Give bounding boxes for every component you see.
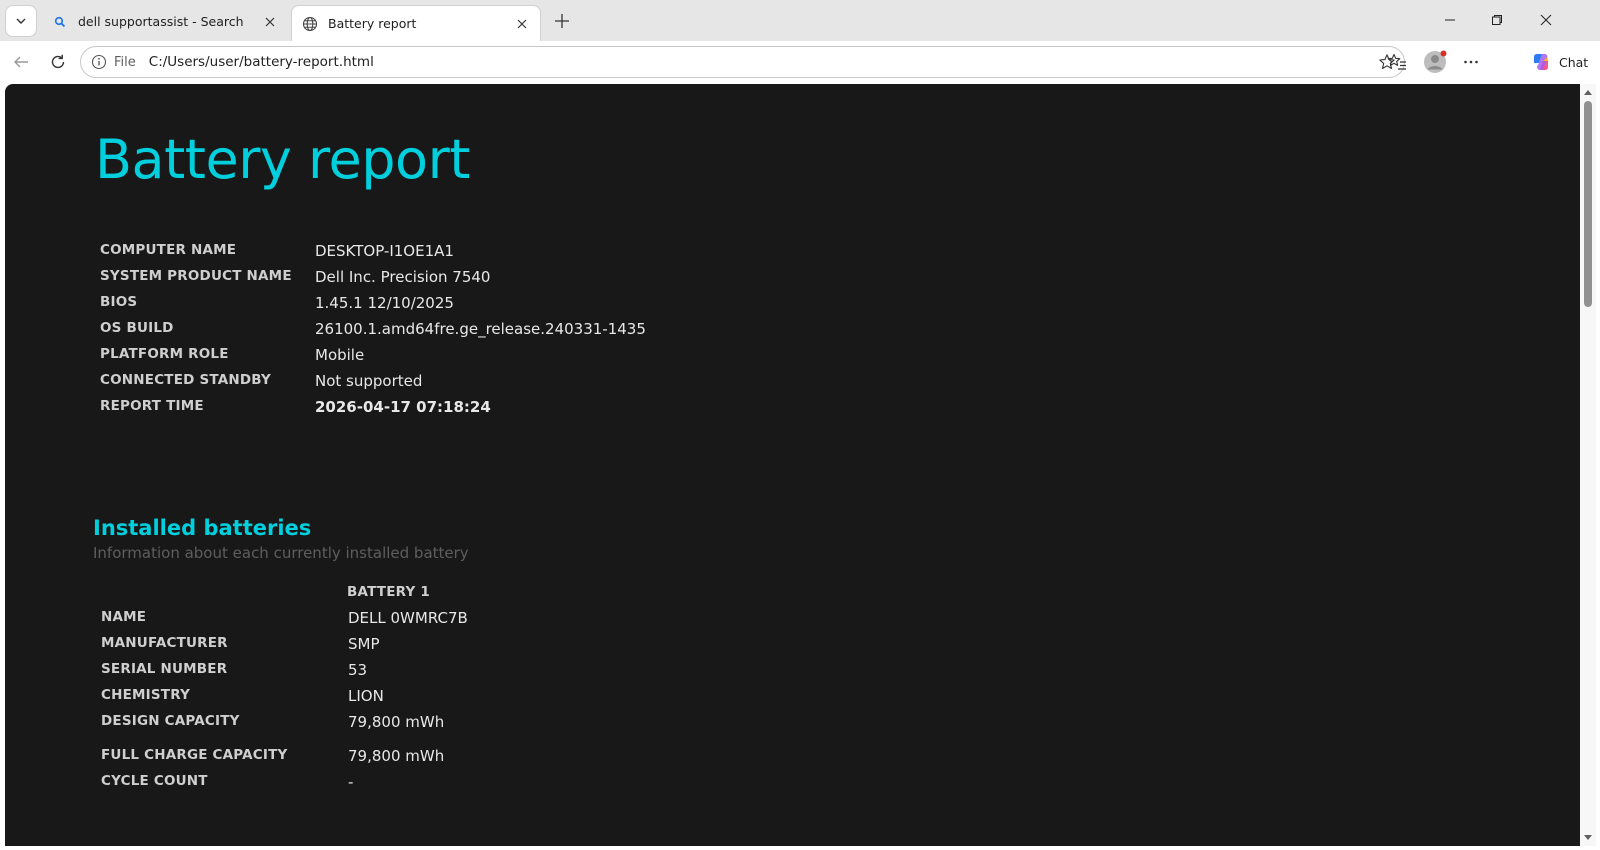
tab-strip: dell supportassist - Search Battery repo… (0, 0, 1600, 41)
row-value: 79,800 mWh (348, 747, 445, 765)
navigation-toolbar: File C:/Users/user/battery-report.html C… (0, 41, 1600, 83)
row-value: - (348, 773, 354, 791)
scrollbar-thumb[interactable] (1584, 101, 1592, 307)
row-label: MANUFACTURER (101, 635, 228, 651)
battery-column-header: BATTERY 1 (347, 584, 430, 600)
page-viewport: Battery report COMPUTER NAME DESKTOP-I1O… (5, 84, 1580, 846)
more-dots-icon (1464, 60, 1478, 64)
tab-list-button[interactable] (5, 5, 37, 37)
avatar-icon (1424, 50, 1447, 73)
chat-label: Chat (1559, 54, 1589, 70)
address-bar[interactable]: File C:/Users/user/battery-report.html (80, 46, 1405, 78)
row-value: Dell Inc. Precision 7540 (315, 268, 491, 286)
close-tab-icon[interactable] (514, 16, 530, 32)
row-label: SYSTEM PRODUCT NAME (100, 268, 292, 284)
more-menu-button[interactable] (1456, 47, 1486, 77)
page-scrollbar[interactable] (1580, 84, 1596, 846)
profile-button[interactable] (1420, 47, 1450, 77)
plus-icon (555, 14, 569, 28)
row-label: BIOS (100, 294, 138, 310)
row-label: REPORT TIME (100, 398, 204, 414)
refresh-icon (51, 54, 65, 69)
scroll-up-arrow-icon[interactable] (1583, 87, 1593, 97)
url-scheme-label: File (114, 54, 136, 70)
row-value: 79,800 mWh (348, 713, 445, 731)
restore-button[interactable] (1477, 6, 1517, 34)
row-label: PLATFORM ROLE (100, 346, 229, 362)
row-label: CONNECTED STANDBY (100, 372, 272, 388)
row-value: 26100.1.amd64fre.ge_release.240331-1435 (315, 320, 646, 338)
url-text[interactable]: C:/Users/user/battery-report.html (149, 54, 1374, 70)
row-value: 1.45.1 12/10/2025 (315, 294, 454, 312)
copilot-logo-icon (1534, 54, 1548, 70)
tab-search[interactable]: dell supportassist - Search (42, 5, 288, 38)
row-label: COMPUTER NAME (100, 242, 237, 258)
row-value: LION (348, 687, 384, 705)
search-icon (52, 14, 68, 30)
row-value: SMP (348, 635, 380, 653)
close-tab-icon[interactable] (262, 14, 278, 30)
row-label: DESIGN CAPACITY (101, 713, 240, 729)
section-title: Installed batteries (93, 516, 312, 540)
row-value: DESKTOP-I1OE1A1 (315, 242, 454, 260)
globe-icon (302, 16, 318, 32)
row-label: CYCLE COUNT (101, 773, 208, 789)
copilot-chat-button[interactable]: Chat (1527, 49, 1595, 75)
row-value: Not supported (315, 372, 423, 390)
tab-battery-report[interactable]: Battery report (291, 5, 541, 41)
minimize-icon (1445, 19, 1455, 21)
row-label: NAME (101, 609, 147, 625)
row-label: FULL CHARGE CAPACITY (101, 747, 288, 763)
section-subtitle: Information about each currently install… (93, 544, 469, 562)
favorites-list-icon (1387, 53, 1406, 70)
chevron-down-icon (16, 18, 26, 24)
back-button[interactable] (6, 47, 36, 77)
row-value: Mobile (315, 346, 365, 364)
row-value: 53 (348, 661, 368, 679)
tab-title: dell supportassist - Search (78, 14, 244, 29)
new-tab-button[interactable] (549, 8, 575, 34)
restore-icon (1492, 15, 1502, 25)
refresh-button[interactable] (43, 47, 73, 77)
row-label: CHEMISTRY (101, 687, 191, 703)
row-label: OS BUILD (100, 320, 174, 336)
favorites-button[interactable] (1382, 47, 1412, 77)
info-icon[interactable] (90, 53, 108, 71)
page-title: Battery report (95, 128, 470, 191)
row-label: SERIAL NUMBER (101, 661, 228, 677)
scroll-down-arrow-icon[interactable] (1583, 833, 1593, 843)
row-value: DELL 0WMRC7B (348, 609, 468, 627)
tab-title: Battery report (328, 16, 417, 31)
close-window-button[interactable] (1526, 6, 1566, 34)
close-icon (1540, 14, 1552, 26)
report-time-value: 2026-04-17 07:18:24 (315, 398, 491, 416)
minimize-button[interactable] (1430, 6, 1470, 34)
arrow-left-icon (14, 56, 28, 68)
